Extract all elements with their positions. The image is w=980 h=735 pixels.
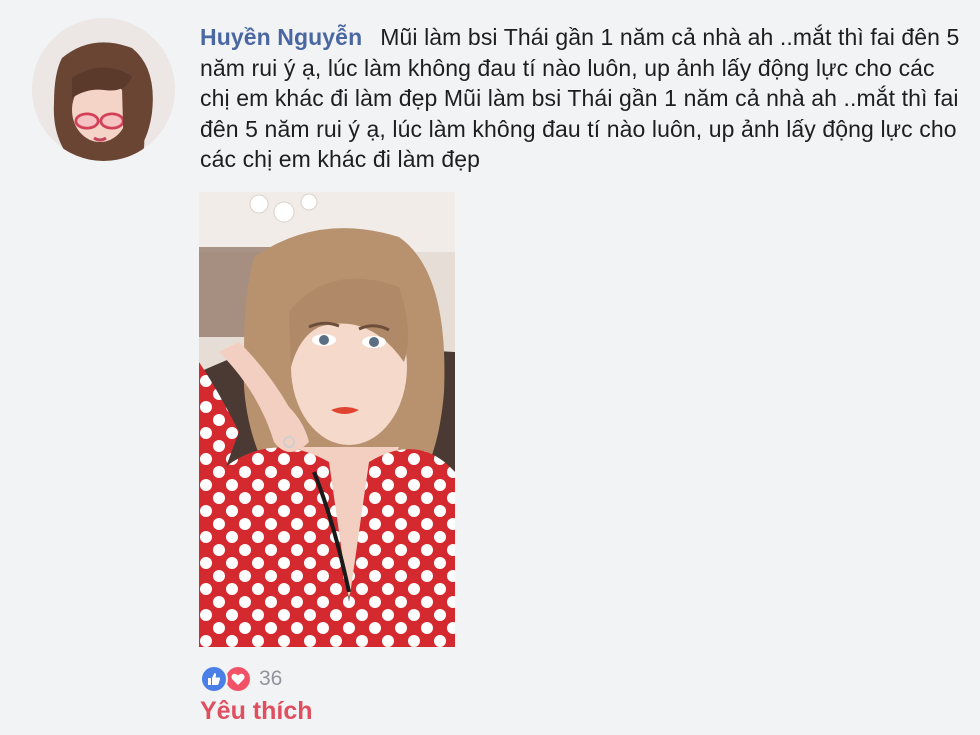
reaction-summary[interactable]: 36 xyxy=(200,664,282,694)
heart-icon xyxy=(224,665,252,693)
comment-attached-photo[interactable] xyxy=(199,192,455,647)
comment-author-name[interactable]: Huyền Nguyễn xyxy=(200,24,362,50)
like-icon xyxy=(200,665,228,693)
avatar-photo xyxy=(32,18,175,161)
photo-image xyxy=(199,192,455,647)
reaction-count: 36 xyxy=(259,667,283,690)
like-button[interactable]: Yêu thích xyxy=(200,697,313,726)
comment-body: Huyền Nguyễn Mũi làm bsi Thái gần 1 năm c… xyxy=(200,22,970,175)
author-avatar[interactable] xyxy=(32,18,175,161)
